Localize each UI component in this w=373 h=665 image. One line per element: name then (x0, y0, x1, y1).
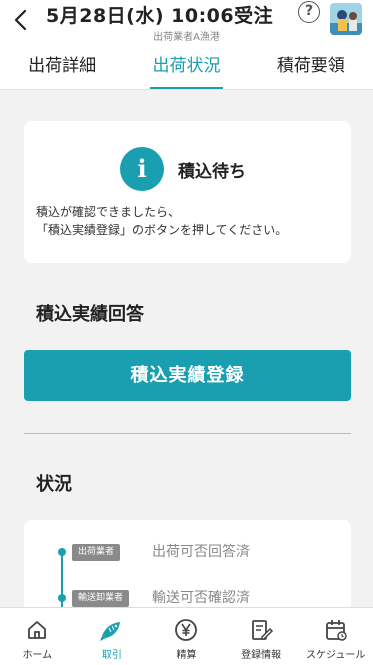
avatar[interactable] (330, 3, 362, 35)
register-loading-button[interactable]: 積込実績登録 (24, 350, 351, 401)
nav-settlement[interactable]: 精算 (149, 608, 224, 665)
status-heading: 状況 (36, 474, 72, 495)
status-card: i 積込待ち 積込が確認できましたら、 「積込実績登録」のボタンを押してください… (24, 121, 351, 263)
nav-home[interactable]: ホーム (0, 608, 75, 665)
tab-loading-guidelines[interactable]: 積荷要領 (249, 44, 373, 89)
page-title: 5月28日(水) 10:06受注 (46, 5, 274, 27)
nav-label: 取引 (101, 650, 122, 661)
help-button[interactable]: ? (298, 1, 320, 23)
tab-shipping-status[interactable]: 出荷状況 (124, 44, 248, 89)
app-header: 5月28日(水) 10:06受注 出荷業者A漁港 ? (0, 0, 373, 44)
status-message: 積込が確認できましたら、 「積込実績登録」のボタンを押してください。 (36, 203, 287, 239)
timeline-text: 出荷可否回答済 (152, 544, 250, 560)
avatar-image-icon (330, 3, 362, 35)
page-subtitle: 出荷業者A漁港 (153, 32, 220, 43)
divider (24, 433, 351, 434)
info-icon: i (120, 147, 164, 191)
status-message-line: 「積込実績登録」のボタンを押してください。 (36, 223, 288, 237)
nav-label: ホーム (22, 650, 53, 661)
timeline-dot (58, 594, 66, 602)
home-icon (28, 621, 47, 639)
nav-label: 登録情報 (241, 650, 282, 661)
document-edit-icon (252, 620, 274, 640)
tab-shipping-details[interactable]: 出荷詳細 (0, 44, 124, 89)
nav-registration-info[interactable]: 登録情報 (224, 608, 299, 665)
nav-label: 精算 (176, 650, 197, 661)
nav-label: スケジュール (306, 650, 366, 661)
timeline-item: 輸送卸業者 輸送可否確認済 (24, 588, 351, 608)
role-badge: 出荷業者 (72, 544, 121, 561)
status-message-line: 積込が確認できましたら、 (36, 205, 181, 219)
timeline-item: 出荷業者 出荷可否回答済 (24, 542, 351, 562)
tab-bar: 出荷詳細 出荷状況 積荷要領 (0, 44, 373, 90)
fish-icon (99, 622, 120, 641)
nav-schedule[interactable]: スケジュール (298, 608, 373, 665)
calendar-icon (325, 620, 347, 641)
nav-transactions[interactable]: 取引 (75, 608, 150, 665)
bottom-nav: ホーム 取引 精算 登録情報 スケジュール (0, 607, 373, 665)
timeline-dot (58, 548, 66, 556)
yen-icon (175, 619, 198, 641)
timeline-text: 輸送可否確認済 (152, 590, 250, 606)
role-badge: 輸送卸業者 (72, 590, 130, 607)
loading-results-heading: 積込実績回答 (36, 304, 144, 325)
status-title: 積込待ち (178, 162, 246, 182)
